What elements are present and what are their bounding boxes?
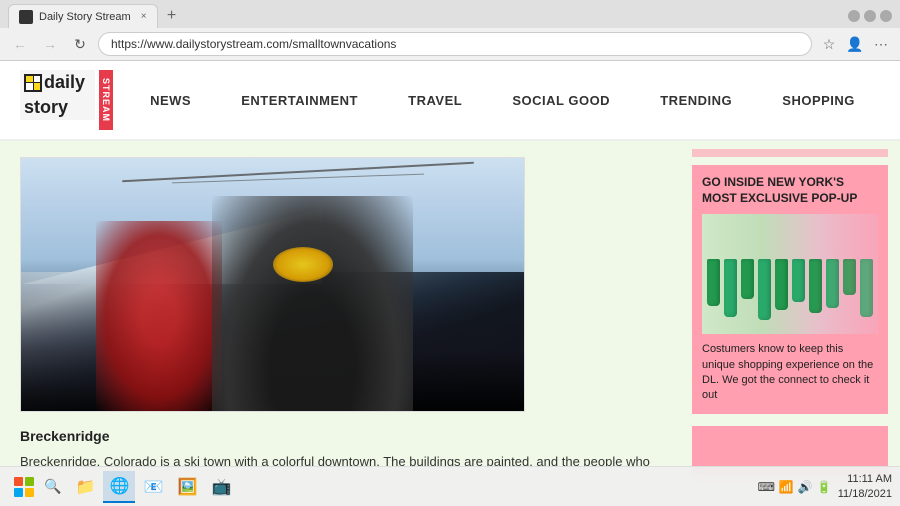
logo-daily: daily: [20, 70, 95, 95]
taskbar-tray: ⌨ 📶 🔊 🔋 11:11 AM 11/18/2021: [758, 472, 892, 501]
sidebar: GO INSIDE NEW YORK'S MOST EXCLUSIVE POP-…: [680, 141, 900, 475]
sidebar-ad-image: [702, 214, 878, 334]
taskbar-app-1[interactable]: 📁: [69, 471, 101, 503]
tab-favicon: [19, 10, 33, 24]
refresh-btn[interactable]: ↻: [68, 32, 92, 56]
active-tab[interactable]: Daily Story Stream ×: [8, 4, 158, 28]
wifi-icon[interactable]: 📶: [779, 480, 794, 494]
taskbar-app-3[interactable]: 📧: [137, 471, 169, 503]
logo-story: story: [20, 95, 95, 120]
sidebar-ad-description: Costumers know to keep this unique shopp…: [702, 342, 878, 404]
nav-entertainment[interactable]: ENTERTAINMENT: [233, 89, 366, 112]
browser-chrome: Daily Story Stream × + ← → ↻ https://www…: [0, 0, 900, 61]
window-controls: [848, 10, 892, 22]
start-button[interactable]: [8, 471, 40, 503]
cup-5: [775, 259, 788, 309]
tab-close-btn[interactable]: ×: [141, 11, 147, 22]
main-content: Breckenridge Breckenridge, Colorado is a…: [0, 141, 680, 475]
nav-trending[interactable]: TRENDING: [652, 89, 740, 112]
maximize-btn[interactable]: [864, 10, 876, 22]
taskbar-clock[interactable]: 11:11 AM 11/18/2021: [838, 472, 892, 501]
new-tab-btn[interactable]: +: [162, 6, 182, 26]
site-header: daily story STREAM NEWS ENTERTAINMENT TR…: [0, 61, 900, 141]
logo-icon: [24, 74, 42, 92]
sidebar-popup-ad[interactable]: GO INSIDE NEW YORK'S MOST EXCLUSIVE POP-…: [692, 165, 888, 414]
cup-1: [707, 259, 720, 306]
nav-social-good[interactable]: SOCIAL GOOD: [504, 89, 618, 112]
taskbar-app-5[interactable]: 📺: [205, 471, 237, 503]
profile-icon[interactable]: 👤: [844, 33, 866, 55]
tab-bar: Daily Story Stream × +: [0, 0, 900, 28]
tab-title: Daily Story Stream: [39, 11, 131, 23]
taskbar-time-value: 11:11 AM: [838, 472, 892, 486]
nav-travel[interactable]: TRAVEL: [400, 89, 470, 112]
minimize-btn[interactable]: [848, 10, 860, 22]
cup-2: [724, 259, 737, 317]
taskbar: 🔍 📁 🌐 📧 🖼️ 📺 ⌨ 📶 🔊 🔋 11:11 AM 11/18/2021: [0, 466, 900, 506]
battery-icon[interactable]: 🔋: [817, 480, 832, 494]
url-bar[interactable]: https://www.dailystorystream.com/smallto…: [98, 32, 812, 56]
search-icon: 🔍: [44, 478, 61, 495]
sidebar-ad-partial: [692, 149, 888, 157]
taskbar-app-browser[interactable]: 🌐: [103, 471, 135, 503]
cup-4: [758, 259, 771, 320]
sidebar-ad-title: GO INSIDE NEW YORK'S MOST EXCLUSIVE POP-…: [702, 175, 878, 206]
site-nav: NEWS ENTERTAINMENT TRAVEL SOCIAL GOOD TR…: [125, 89, 880, 112]
logo-stream-badge: STREAM: [99, 70, 113, 130]
article-title: Breckenridge: [20, 428, 660, 444]
logo-area[interactable]: daily story STREAM: [20, 70, 95, 130]
nav-shopping[interactable]: SHOPPING: [774, 89, 863, 112]
taskbar-date-value: 11/18/2021: [838, 487, 892, 501]
taskbar-app-4[interactable]: 🖼️: [171, 471, 203, 503]
nav-news[interactable]: NEWS: [142, 89, 199, 112]
logo-box: daily story STREAM: [20, 70, 95, 130]
taskbar-apps: 📁 🌐 📧 🖼️ 📺: [69, 471, 237, 503]
keyboard-icon[interactable]: ⌨: [758, 480, 775, 494]
forward-btn[interactable]: →: [38, 32, 62, 56]
close-btn[interactable]: [880, 10, 892, 22]
article-image: [20, 157, 525, 412]
menu-icon[interactable]: ⋯: [870, 33, 892, 55]
toolbar-icons: ☆ 👤 ⋯: [818, 33, 892, 55]
address-bar-row: ← → ↻ https://www.dailystorystream.com/s…: [0, 28, 900, 60]
volume-icon[interactable]: 🔊: [798, 480, 813, 494]
ski-photo-bg: [21, 158, 524, 411]
page-body: Breckenridge Breckenridge, Colorado is a…: [0, 141, 900, 475]
url-text: https://www.dailystorystream.com/smallto…: [111, 37, 396, 51]
back-btn[interactable]: ←: [8, 32, 32, 56]
cup-3: [741, 259, 754, 299]
taskbar-search[interactable]: 🔍: [44, 478, 61, 495]
star-icon[interactable]: ☆: [818, 33, 840, 55]
tray-icons: ⌨ 📶 🔊 🔋: [758, 480, 832, 494]
cup-6: [792, 259, 805, 302]
windows-logo: [14, 477, 34, 497]
